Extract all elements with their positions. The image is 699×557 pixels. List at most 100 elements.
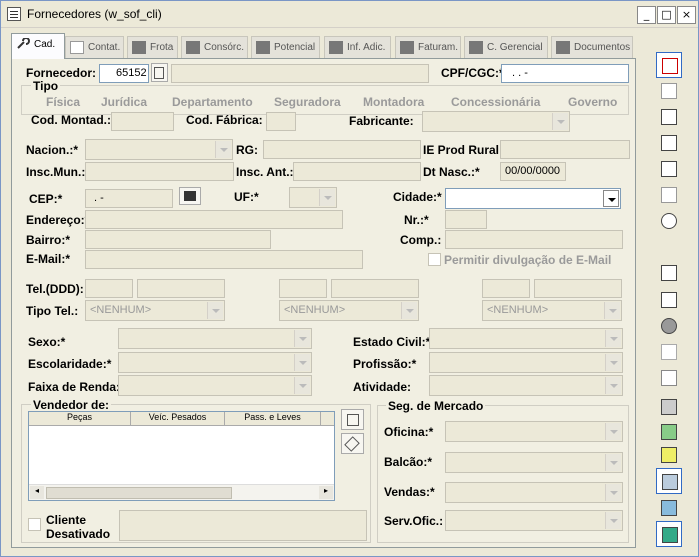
export-button[interactable]	[656, 495, 682, 521]
tab-inf-adic[interactable]: Inf. Adic.	[324, 36, 391, 58]
copy-button[interactable]	[656, 339, 682, 365]
tel-label: Tel.(DDD):	[26, 282, 84, 296]
cod-montad-field[interactable]	[111, 112, 174, 131]
tipo-concessionaria[interactable]: Concessionária	[451, 95, 540, 109]
faixa-renda-select[interactable]	[118, 375, 312, 396]
document-button[interactable]	[656, 260, 682, 286]
refresh-button[interactable]	[656, 208, 682, 234]
fornecedor-field[interactable]: 65152	[99, 64, 149, 83]
eraser-icon	[661, 161, 677, 177]
estado-civil-select[interactable]	[429, 328, 623, 349]
point-hand-button[interactable]	[656, 287, 682, 313]
tab-documentos[interactable]: Documentos	[551, 36, 633, 58]
vendas-select[interactable]	[445, 482, 623, 503]
email-field[interactable]	[85, 250, 363, 269]
horizontal-scrollbar[interactable]: ◂ ▸	[29, 484, 334, 500]
cpf-field[interactable]: . . -	[501, 64, 629, 83]
close-button[interactable]: ×	[677, 6, 696, 24]
grid-icon	[329, 41, 343, 54]
tel-number-field-1[interactable]	[137, 279, 225, 298]
remove-vendedor-button[interactable]	[341, 433, 364, 454]
tipo-tel-select-3[interactable]: <NENHUM>	[482, 300, 622, 321]
cep-search-button[interactable]	[179, 187, 201, 205]
tab-contat[interactable]: Contat.	[65, 36, 124, 58]
fornecedor-search-button[interactable]	[151, 63, 168, 82]
tab-frota[interactable]: Frota	[127, 36, 178, 58]
tipo-label: Tipo	[31, 79, 61, 93]
cod-fabrica-field[interactable]	[266, 112, 296, 131]
cliente-desativado-field[interactable]	[119, 510, 367, 541]
tab-faturam[interactable]: Faturam.	[395, 36, 461, 58]
profissao-select[interactable]	[429, 352, 623, 373]
ie-prod-field[interactable]	[500, 140, 630, 159]
tab-consorc[interactable]: Consórc.	[181, 36, 248, 58]
vendedor-grid[interactable]: Peças Veíc. Pesados Pass. e Leves ◂ ▸	[28, 411, 335, 501]
tipo-governo[interactable]: Governo	[568, 95, 617, 109]
escolaridade-select[interactable]	[118, 352, 312, 373]
chevron-down-icon	[605, 512, 621, 529]
yellow-doc-button[interactable]	[656, 442, 682, 468]
tipo-tel-select-1[interactable]: <NENHUM>	[85, 300, 225, 321]
eraser-button[interactable]	[656, 156, 682, 182]
column-header[interactable]: Veíc. Pesados	[131, 412, 225, 426]
scroll-left-icon[interactable]: ◂	[30, 486, 44, 499]
sexo-select[interactable]	[118, 328, 312, 349]
tel-number-field-2[interactable]	[331, 279, 419, 298]
tel-ddd-field-1[interactable]	[85, 279, 133, 298]
tab-c-gerencial[interactable]: C. Gerencial	[464, 36, 548, 58]
grid-button[interactable]	[656, 78, 682, 104]
dt-nasc-field[interactable]: 00/00/0000	[500, 162, 566, 181]
column-header-filler	[321, 412, 334, 426]
print-button[interactable]	[656, 365, 682, 391]
bairro-field[interactable]	[85, 230, 271, 249]
hand-button[interactable]	[656, 104, 682, 130]
truck-icon	[132, 41, 146, 54]
oficina-select[interactable]	[445, 421, 623, 442]
column-header[interactable]: Peças	[29, 412, 131, 426]
tipo-juridica[interactable]: Jurídica	[101, 95, 147, 109]
tel-number-field-3[interactable]	[534, 279, 622, 298]
atividade-select[interactable]	[429, 375, 623, 396]
cliente-desativado-checkbox[interactable]	[28, 518, 41, 531]
group-button[interactable]	[656, 394, 682, 420]
tipo-fisica[interactable]: Física	[46, 95, 80, 109]
add-row-button[interactable]	[656, 52, 682, 78]
maximize-button[interactable]: □	[657, 6, 676, 24]
balcao-select[interactable]	[445, 452, 623, 473]
tel-ddd-field-3[interactable]	[482, 279, 530, 298]
tipo-seguradora[interactable]: Seguradora	[274, 95, 341, 109]
scroll-thumb[interactable]	[46, 487, 232, 499]
person-button[interactable]	[656, 130, 682, 156]
scroll-right-icon[interactable]: ▸	[319, 486, 333, 499]
rg-field[interactable]	[263, 140, 421, 159]
uf-select[interactable]	[289, 187, 337, 208]
comp-field[interactable]	[445, 230, 623, 249]
serv-ofic-select[interactable]	[445, 510, 623, 531]
chevron-down-icon	[605, 330, 621, 347]
tipo-montadora[interactable]: Montadora	[363, 95, 424, 109]
fabricante-select[interactable]	[422, 111, 570, 132]
nr-field[interactable]	[445, 210, 487, 229]
tipo-departamento[interactable]: Departamento	[172, 95, 253, 109]
tipo-tel-select-2[interactable]: <NENHUM>	[279, 300, 419, 321]
cidade-select[interactable]	[445, 188, 621, 209]
document-icon	[661, 265, 677, 281]
insc-mun-field[interactable]	[85, 162, 234, 181]
insc-ant-field[interactable]	[293, 162, 421, 181]
add-vendedor-button[interactable]	[341, 409, 364, 430]
cep-field[interactable]: . -	[85, 189, 173, 208]
tab-potencial[interactable]: Potencial	[251, 36, 320, 58]
tab-cad[interactable]: Cad.	[11, 33, 65, 59]
endereco-field[interactable]	[85, 210, 343, 229]
permitir-checkbox[interactable]	[428, 253, 441, 266]
stop-button[interactable]	[656, 313, 682, 339]
copy-icon	[661, 344, 677, 360]
minimize-button[interactable]: _	[637, 6, 656, 24]
tel-ddd-field-2[interactable]	[279, 279, 327, 298]
exit-button[interactable]	[656, 521, 682, 547]
monitor-button[interactable]	[656, 468, 682, 494]
nacion-select[interactable]	[85, 139, 233, 160]
chevron-down-icon	[605, 377, 621, 394]
column-header[interactable]: Pass. e Leves	[225, 412, 321, 426]
search-doc-button[interactable]	[656, 182, 682, 208]
